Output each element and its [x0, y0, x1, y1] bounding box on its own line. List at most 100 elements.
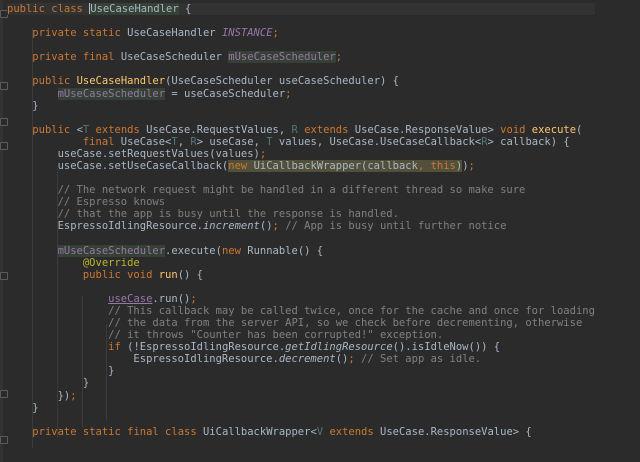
code-token: (: [576, 123, 583, 136]
code-token: public: [32, 75, 77, 88]
code-token: // Espresso knows: [7, 196, 166, 209]
code-line[interactable]: useCase.setRequestValues(values);: [7, 148, 595, 160]
code-token: (UseCaseScheduler useCaseScheduler) {: [165, 75, 399, 88]
code-token: > useCase,: [196, 135, 267, 148]
code-line[interactable]: private static UseCaseHandler INSTANCE;: [7, 27, 595, 39]
code-token: useCase.setRequestValues(values): [7, 147, 260, 160]
code-line[interactable]: private static final class UiCallbackWra…: [7, 426, 595, 438]
code-line[interactable]: [7, 15, 595, 27]
code-editor[interactable]: public class UseCaseHandler { private st…: [0, 0, 640, 462]
code-token: T: [82, 123, 96, 136]
code-line[interactable]: EspressoIdlingResource.increment(); // A…: [7, 220, 595, 232]
code-token: UseCase.ResponseValue>: [354, 123, 501, 136]
code-token: new: [221, 244, 248, 257]
code-token: ;: [335, 51, 343, 64]
code-line[interactable]: // the data from the server API, so we c…: [7, 317, 595, 329]
code-line[interactable]: useCase.setUseCaseCallback(new UiCallbac…: [7, 160, 595, 173]
code-line[interactable]: }: [7, 377, 595, 389]
code-token: // that the app is busy until the respon…: [7, 208, 399, 221]
code-token: private static: [32, 27, 128, 40]
code-line[interactable]: // it throws "Counter has been corrupted…: [7, 329, 595, 341]
code-token: mUseCaseScheduler: [57, 87, 166, 100]
code-line[interactable]: useCase.run();: [7, 293, 595, 305]
code-token: ;: [468, 160, 475, 173]
code-token: }: [7, 377, 90, 390]
code-token: // App is busy until further notice: [285, 220, 507, 233]
code-token: extends: [304, 123, 355, 136]
code-line[interactable]: }: [7, 100, 595, 112]
code-token: private static final class: [32, 425, 203, 438]
code-token: decrement: [278, 353, 336, 366]
code-line[interactable]: // The network request might be handled …: [7, 184, 595, 196]
code-line[interactable]: @Override: [7, 257, 595, 269]
code-line[interactable]: EspressoIdlingResource.decrement(); // S…: [7, 353, 595, 365]
code-line[interactable]: [7, 63, 595, 75]
code-token: if: [108, 341, 128, 354]
code-token: }: [7, 365, 115, 378]
code-token: values, UseCase.UseCaseCallback<: [278, 135, 482, 148]
code-token: (): [259, 220, 273, 233]
code-token: new: [228, 160, 254, 173]
code-line[interactable]: [7, 172, 595, 184]
code-token: INSTANCE: [221, 27, 273, 40]
code-token: UseCaseHandler: [90, 3, 179, 15]
code-lines[interactable]: public class UseCaseHandler { private st…: [7, 3, 595, 438]
code-token: useCase: [108, 292, 153, 305]
code-line[interactable]: public UseCaseHandler(UseCaseScheduler u…: [7, 75, 595, 87]
code-token: EspressoIdlingResource.: [7, 220, 203, 233]
code-token: EspressoIdlingResource.: [7, 353, 279, 366]
code-line[interactable]: [7, 281, 595, 293]
code-token: UseCaseHandler: [76, 75, 166, 88]
code-line[interactable]: if (!EspressoIdlingResource.getIdlingRes…: [7, 341, 595, 353]
code-token: UseCaseHandler: [127, 27, 222, 40]
code-token: .run(): [152, 292, 191, 305]
code-token: increment: [202, 220, 260, 233]
code-token: > callback) {: [487, 135, 570, 148]
code-line[interactable]: [7, 414, 595, 426]
code-line[interactable]: [7, 232, 595, 244]
code-token: private final: [32, 51, 121, 64]
code-token: V: [316, 425, 330, 438]
code-line[interactable]: // Espresso knows: [7, 196, 595, 208]
code-line[interactable]: public <T extends UseCase.RequestValues,…: [7, 124, 595, 136]
code-token: @Override: [82, 256, 140, 269]
code-line[interactable]: [7, 112, 595, 124]
code-line[interactable]: }: [7, 402, 595, 414]
code-line[interactable]: // This callback may be called twice, on…: [7, 305, 595, 317]
code-line[interactable]: mUseCaseScheduler = useCaseScheduler;: [7, 87, 595, 100]
code-token: UseCase.ResponseValue> {: [380, 425, 532, 438]
code-token: mUseCaseScheduler: [228, 51, 336, 64]
code-token: extends: [329, 425, 381, 438]
code-token: = useCaseScheduler: [165, 87, 286, 100]
code-line[interactable]: }: [7, 365, 595, 377]
code-token: // Set app as idle.: [361, 353, 482, 366]
code-token: UseCaseScheduler: [120, 51, 229, 64]
code-token: Runnable() {: [247, 244, 324, 257]
code-token: getIdlingResource: [285, 341, 393, 354]
code-line[interactable]: final UseCase<T, R> useCase, T values, U…: [7, 136, 595, 148]
code-token: (): [335, 353, 349, 366]
code-token: // the data from the server API, so we c…: [7, 317, 583, 330]
code-token: ;: [272, 27, 279, 40]
code-line[interactable]: private final UseCaseScheduler mUseCaseS…: [7, 51, 595, 64]
code-token: }: [7, 401, 39, 414]
code-token: (!EspressoIdlingResource.: [127, 341, 286, 354]
code-line[interactable]: public void run() {: [7, 269, 595, 281]
code-token: // The network request might be handled …: [7, 184, 526, 197]
code-line[interactable]: mUseCaseScheduler.execute(new Runnable()…: [7, 244, 595, 257]
code-line[interactable]: });: [7, 390, 595, 402]
code-token: ;: [285, 87, 292, 100]
code-line[interactable]: public class UseCaseHandler {: [7, 3, 595, 16]
code-line[interactable]: [7, 39, 595, 51]
code-token: ;: [259, 147, 267, 160]
code-token: public: [32, 123, 77, 136]
code-line[interactable]: // that the app is busy until the respon…: [7, 208, 595, 220]
code-token: T: [266, 135, 279, 148]
